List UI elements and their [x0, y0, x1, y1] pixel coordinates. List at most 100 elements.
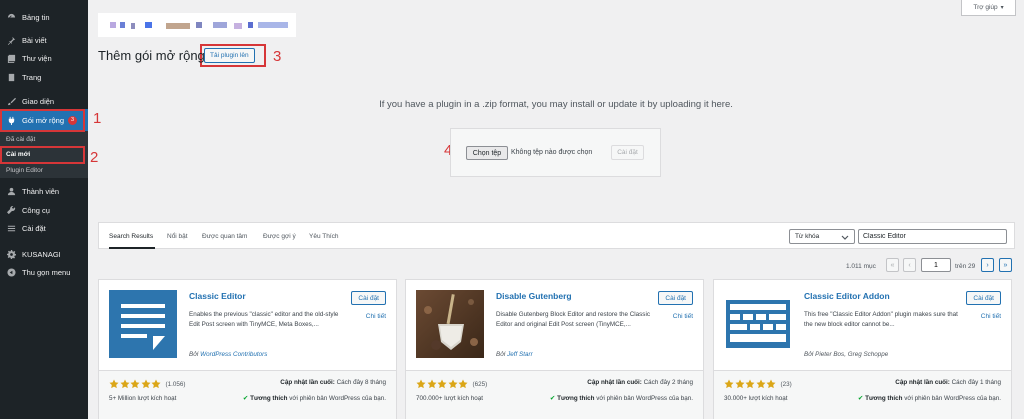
disable-gutenberg-logo[interactable] — [416, 290, 484, 358]
last-updated-label: Cập nhật lần cuối: — [280, 379, 335, 386]
sidebar-item-settings[interactable]: Cài đặt — [0, 217, 88, 239]
upload-plugin-button[interactable]: Tải plugin lên — [204, 48, 255, 63]
first-page-button[interactable]: « — [886, 258, 899, 272]
sidebar-item-dashboard[interactable]: Bảng tin — [0, 6, 88, 28]
submenu-plugin-editor[interactable]: Plugin Editor — [6, 167, 43, 174]
plugin-search-input[interactable] — [858, 229, 1007, 244]
compat-text: với phiên bản WordPress của bạn. — [289, 395, 386, 402]
last-updated: Cập nhật lần cuối: Cách đây 2 tháng — [587, 379, 693, 386]
sidebar-item-label: Thu gọn menu — [22, 267, 71, 277]
plugin-author: Bởi Jeff Starr — [496, 351, 533, 358]
tab-recommended[interactable]: Được gợi ý — [263, 233, 296, 240]
sidebar-collapse-menu[interactable]: Thu gọn menu — [0, 261, 88, 283]
page-title: Thêm gói mở rộng — [98, 48, 205, 63]
active-installs: 700.000+ lượt kích hoạt — [416, 395, 483, 402]
compat-label: Tương thích — [865, 395, 903, 402]
plugin-card: Disable Gutenberg Disable Gutenberg Bloc… — [405, 279, 704, 419]
help-tab-button[interactable]: Trợ giúp ▾ — [961, 0, 1016, 16]
plugin-card-footer: (23) 30.000+ lượt kích hoạt Cập nhật lần… — [714, 370, 1011, 419]
compat-label: Tương thích — [250, 395, 288, 402]
settings-icon — [6, 223, 16, 233]
star-icon — [141, 379, 150, 389]
tab-popular[interactable]: Được quan tâm — [202, 233, 247, 240]
sidebar-item-label: Trang — [22, 72, 42, 82]
sidebar-item-pages[interactable]: Trang — [0, 66, 88, 88]
gear-icon — [6, 249, 16, 259]
star-icon — [151, 379, 161, 389]
star-icon — [427, 379, 436, 389]
compat-text: với phiên bản WordPress của bạn. — [904, 395, 1001, 402]
active-installs: 30.000+ lượt kích hoạt — [724, 395, 788, 402]
plugin-author: Bởi Pieter Bos, Greg Schoppe — [804, 351, 888, 358]
plugin-card: Classic Editor Enables the previous "cla… — [98, 279, 397, 419]
plugin-name-link[interactable]: Classic Editor Addon — [804, 291, 890, 301]
tab-search-results[interactable]: Search Results — [109, 233, 153, 240]
last-updated-label: Cập nhật lần cuối: — [587, 379, 642, 386]
tab-featured[interactable]: Nổi bật — [167, 233, 188, 240]
last-page-button[interactable]: » — [999, 258, 1012, 272]
star-icon — [109, 379, 119, 389]
star-icon — [130, 379, 140, 389]
chevron-down-icon — [841, 235, 849, 240]
last-updated: Cập nhật lần cuối: Cách đây 1 tháng — [895, 379, 1001, 386]
plugin-name-link[interactable]: Classic Editor — [189, 291, 246, 301]
details-link[interactable]: Chi tiết — [673, 313, 693, 320]
author-link[interactable]: Pieter Bos, Greg Schoppe — [815, 351, 888, 358]
star-icon — [724, 379, 734, 389]
prev-page-button[interactable]: ‹ — [903, 258, 916, 272]
install-now-button[interactable]: Cài đặt — [611, 145, 644, 160]
step-number: 2 — [90, 149, 99, 166]
choose-file-button[interactable]: Chọn tệp — [466, 146, 508, 160]
total-pages: trên 29 — [955, 263, 976, 270]
plugin-filter-bar: Search Results Nổi bật Được quan tâm Đượ… — [98, 222, 1015, 249]
star-icon — [416, 379, 426, 389]
upload-hint: If you have a plugin in a .zip format, y… — [379, 99, 733, 110]
sidebar-item-label: Thư viện — [22, 53, 52, 63]
star-rating: (625) — [416, 379, 487, 389]
star-rating: (1.056) — [109, 379, 185, 389]
details-link[interactable]: Chi tiết — [981, 313, 1001, 320]
last-updated-value: Cách đây 8 tháng — [336, 379, 386, 386]
submenu-installed[interactable]: Đã cài đặt — [6, 136, 35, 143]
author-by: Bởi — [496, 351, 506, 358]
last-updated-value: Cách đây 2 tháng — [643, 379, 693, 386]
install-button[interactable]: Cài đặt — [351, 291, 386, 305]
search-type-value: Từ khóa — [795, 233, 820, 240]
tab-favorites[interactable]: Yêu Thích — [309, 233, 339, 240]
details-link[interactable]: Chi tiết — [366, 313, 386, 320]
last-updated-value: Cách đây 1 tháng — [951, 379, 1001, 386]
dashboard-icon — [6, 12, 16, 22]
author-link[interactable]: Jeff Starr — [507, 351, 533, 358]
star-icon — [120, 379, 129, 389]
current-page-input[interactable] — [921, 258, 951, 272]
sidebar-item-label: Thành viên — [22, 186, 60, 196]
author-link[interactable]: WordPress Contributors — [200, 351, 267, 358]
author-by: Bởi — [804, 351, 814, 358]
checkmark-icon: ✔ — [857, 395, 864, 402]
compat-text: với phiên bản WordPress của bạn. — [596, 395, 693, 402]
plugin-name-link[interactable]: Disable Gutenberg — [496, 291, 572, 301]
classic-editor-logo[interactable] — [109, 290, 177, 358]
no-file-label: Không tệp nào được chọn — [511, 149, 593, 156]
chevron-down-icon: ▾ — [1000, 5, 1004, 11]
sidebar-item-label: KUSANAGI — [22, 249, 61, 259]
install-button[interactable]: Cài đặt — [966, 291, 1001, 305]
admin-sidebar: Bảng tin Bài viết Thư viện Trang Giao di… — [0, 0, 88, 419]
rating-count[interactable]: (1.056) — [166, 381, 186, 388]
star-icon — [448, 379, 457, 389]
classic-editor-addon-logo[interactable] — [724, 290, 792, 358]
highlight-box-add-new — [0, 146, 85, 164]
author-by: Bởi — [189, 351, 199, 358]
star-icon — [437, 379, 447, 389]
next-page-button[interactable]: › — [981, 258, 994, 272]
media-icon — [6, 53, 16, 63]
compatibility: ✔ Tương thích với phiên bản WordPress của… — [858, 395, 1001, 402]
pin-icon — [6, 35, 16, 45]
rating-count[interactable]: (625) — [473, 381, 488, 388]
plugin-description: Disable Gutenberg Block Editor and resto… — [496, 311, 651, 328]
help-label: Trợ giúp — [973, 4, 998, 11]
install-button[interactable]: Cài đặt — [658, 291, 693, 305]
search-type-select[interactable]: Từ khóa — [789, 229, 855, 244]
star-icon — [735, 379, 744, 389]
rating-count[interactable]: (23) — [781, 381, 792, 388]
